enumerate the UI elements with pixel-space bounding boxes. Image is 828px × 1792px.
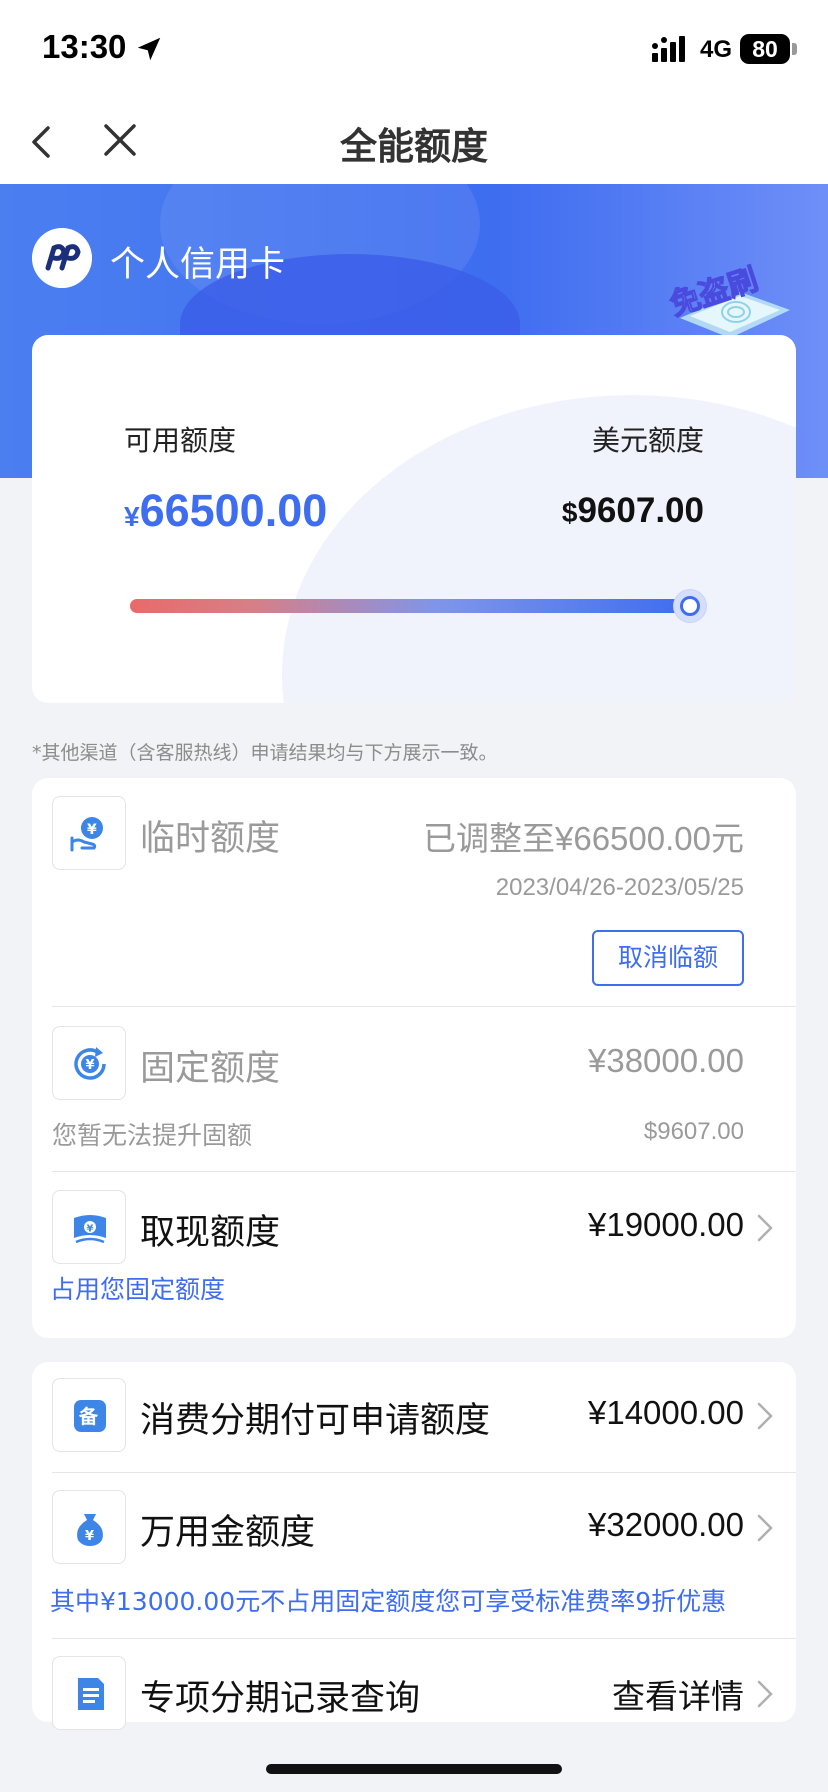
usd-amount: 9607.00 <box>577 491 704 530</box>
cash-limit-note: 占用您固定额度 <box>50 1275 226 1304</box>
divider <box>52 1638 796 1639</box>
fixed-limit-title: 固定额度 <box>140 1049 281 1089</box>
temporary-limit-value: 已调整至¥66500.00元 <box>423 820 744 857</box>
limit-card: 可用额度 美元额度 ¥66500.00 $9607.00 <box>32 335 796 703</box>
cash-limit-value: ¥19000.00 <box>588 1206 744 1243</box>
view-details-link[interactable]: 查看详情 <box>612 1670 744 1718</box>
bei-icon: 备 <box>74 1400 106 1432</box>
page-title: 全能额度 <box>340 125 488 168</box>
available-currency: ¥ <box>124 501 140 532</box>
installment-icon-box: 备 <box>52 1378 126 1452</box>
status-time: 13:30 <box>42 28 127 65</box>
battery-tip <box>792 43 797 55</box>
fixed-limit-usd-value: $9607.00 <box>643 1118 744 1145</box>
temporary-limit-icon-box: ¥ <box>52 796 126 870</box>
location-arrow-icon <box>137 37 161 61</box>
installment-limit-title: 消费分期付可申请额度 <box>140 1401 491 1441</box>
svg-text:¥: ¥ <box>85 1529 94 1544</box>
usd-limit-label: 美元额度 <box>591 424 704 457</box>
limit-slider-track[interactable] <box>130 599 690 613</box>
chevron-right-icon <box>757 1680 773 1708</box>
available-amount: 66500.00 <box>139 485 328 536</box>
card-decoration <box>282 395 796 703</box>
nav-bar: 全能额度 <box>0 100 828 184</box>
installment-limit-value: ¥14000.00 <box>588 1394 744 1431</box>
wanyongjin-icon-box: ¥ <box>52 1490 126 1564</box>
chevron-right-icon <box>757 1402 773 1430</box>
status-bar: 13:30 4G 80 <box>0 0 828 100</box>
yen-refresh-icon: ¥ <box>74 1047 106 1080</box>
cash-limit-icon-box: ¥ <box>52 1190 126 1264</box>
special-installment-icon-box <box>52 1656 126 1730</box>
network-type: 4G <box>700 36 733 63</box>
divider <box>52 1171 796 1172</box>
limit-details-panel: ¥ 临时额度 已调整至¥66500.00元 2023/04/26-2023/05… <box>32 778 796 1338</box>
installment-panel: 备 消费分期付可申请额度 ¥14000.00 ¥ 万用金额度 ¥32000.00… <box>32 1362 796 1730</box>
svg-text:备: 备 <box>78 1405 99 1428</box>
signal-icon <box>652 36 685 62</box>
available-limit-label: 可用额度 <box>124 424 237 457</box>
money-bag-icon: ¥ <box>77 1514 103 1546</box>
limit-slider-thumb[interactable] <box>674 590 706 622</box>
temporary-limit-date-range: 2023/04/26-2023/05/25 <box>495 874 744 901</box>
wanyongjin-limit-title: 万用金额度 <box>140 1513 316 1553</box>
svg-text:¥: ¥ <box>87 1224 94 1235</box>
usd-limit-value: $9607.00 <box>562 491 704 531</box>
divider <box>52 1472 796 1473</box>
temporary-limit-title: 临时额度 <box>140 819 281 859</box>
home-indicator <box>266 1764 562 1774</box>
document-icon <box>78 1678 104 1710</box>
svg-text:¥: ¥ <box>86 1058 95 1073</box>
special-installment-title: 专项分期记录查询 <box>140 1679 421 1719</box>
chevron-right-icon <box>757 1214 773 1242</box>
channel-note: *其他渠道（含客服热线）申请结果均与下方展示一致。 <box>32 742 498 764</box>
wanyongjin-discount-note: 其中¥13000.00元不占用固定额度您可享受标准费率9折优惠 <box>50 1587 727 1616</box>
cash-limit-title: 取现额度 <box>140 1213 281 1253</box>
chevron-right-icon <box>757 1514 773 1542</box>
wanyongjin-limit-value: ¥32000.00 <box>588 1506 744 1543</box>
battery-icon: 80 <box>740 34 790 64</box>
bank-name: 个人信用卡 <box>110 245 286 285</box>
usd-currency: $ <box>561 497 578 528</box>
fixed-limit-icon-box: ¥ <box>52 1026 126 1100</box>
fixed-limit-note: 您暂无法提升固额 <box>52 1121 253 1150</box>
fixed-limit-value: ¥38000.00 <box>588 1042 744 1079</box>
yen-hand-icon: ¥ <box>70 817 103 852</box>
available-limit-value: ¥66500.00 <box>124 485 327 537</box>
divider <box>52 1006 796 1007</box>
cancel-temporary-limit-button[interactable]: 取消临额 <box>592 930 744 986</box>
bank-logo-icon <box>32 228 92 288</box>
cash-note-icon: ¥ <box>74 1215 106 1244</box>
svg-text:¥: ¥ <box>87 822 97 838</box>
anti-fraud-badge-icon: 免盗刷 <box>665 261 790 338</box>
